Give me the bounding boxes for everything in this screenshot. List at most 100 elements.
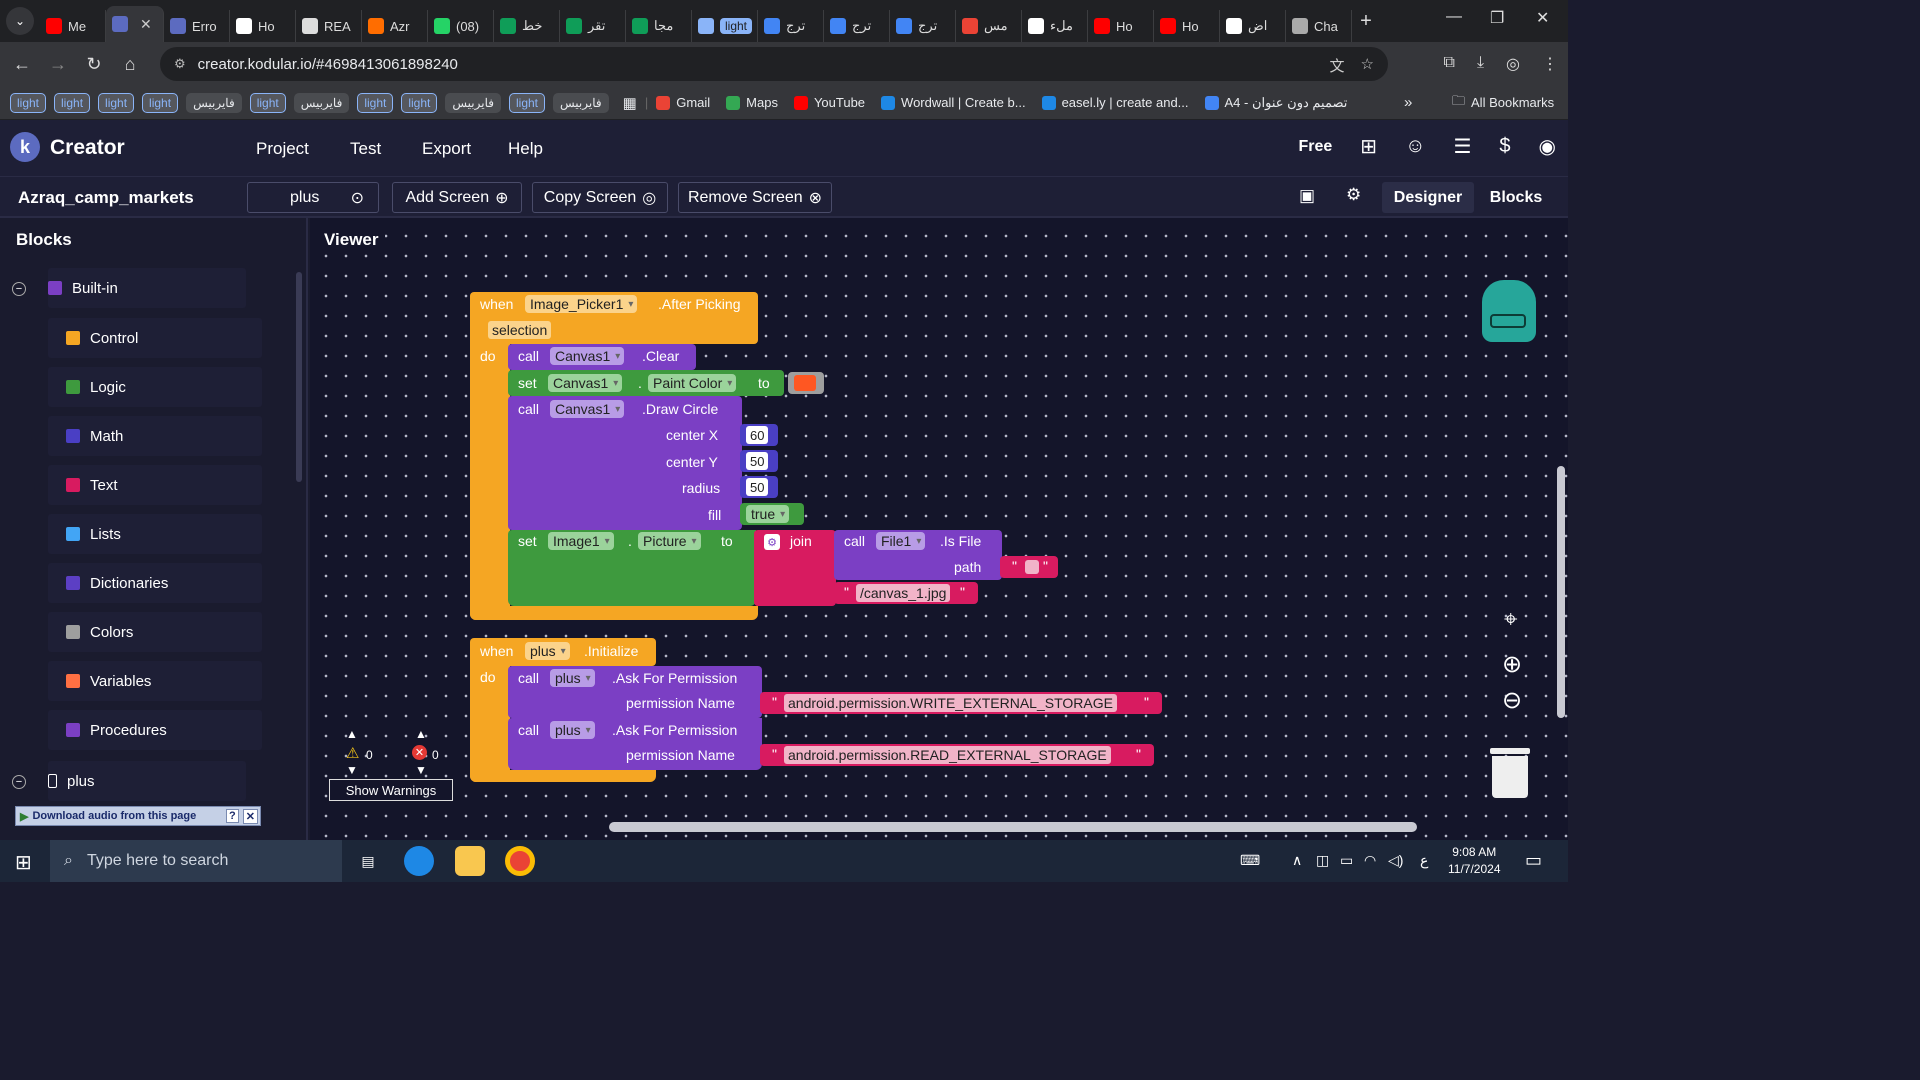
tray-chevron-icon[interactable]: ∧	[1292, 852, 1302, 869]
paint-color-dropdown[interactable]: Paint Color	[648, 374, 737, 392]
windows-start-icon[interactable]: ⊞	[15, 850, 32, 875]
file-dropdown[interactable]: File1	[876, 532, 926, 550]
bookmark-chip[interactable]: light	[142, 92, 179, 113]
category-variables[interactable]: Variables	[48, 661, 262, 701]
browser-tab[interactable]: ✕	[106, 6, 164, 42]
download-audio-bar[interactable]: ▶ Download audio from this page ? ✕	[15, 806, 261, 826]
gallery-icon[interactable]: ▣	[1299, 186, 1315, 206]
bookmark-item[interactable]: easel.ly | create and...	[1041, 95, 1189, 111]
screen-dropdown[interactable]: plus	[550, 669, 595, 687]
backpack-icon[interactable]	[1482, 280, 1536, 342]
zoom-in-icon[interactable]: ⊕	[1502, 650, 1522, 679]
file-explorer-icon[interactable]	[455, 846, 485, 876]
bookmark-item[interactable]: YouTube	[793, 95, 865, 111]
profile-icon[interactable]: ◎	[1506, 54, 1520, 74]
canvas-dropdown[interactable]: Canvas1	[550, 347, 625, 365]
language-indicator[interactable]: ع	[1420, 852, 1428, 869]
battery-icon[interactable]: ▭	[1340, 852, 1353, 869]
viewer-vertical-scrollbar[interactable]	[1557, 466, 1565, 718]
bookmark-item[interactable]: Wordwall | Create b...	[881, 95, 1026, 111]
set-image-picture[interactable]	[508, 530, 756, 606]
category-colors[interactable]: Colors	[48, 612, 262, 652]
category-lists[interactable]: Lists	[48, 514, 262, 554]
zoom-out-icon[interactable]: ⊖	[1502, 686, 1522, 715]
forward-icon[interactable]: →	[40, 54, 76, 75]
canvas-file-string[interactable]: /canvas_1.jpg	[856, 584, 951, 602]
wifi-icon[interactable]: ◠	[1364, 852, 1376, 869]
docs-icon[interactable]: ☰	[1453, 134, 1471, 159]
camera-icon[interactable]: ◫	[1316, 852, 1329, 869]
fill-value-dropdown[interactable]: true	[746, 505, 790, 523]
reload-icon[interactable]: ↻	[76, 54, 112, 75]
system-clock[interactable]: 9:08 AM 11/7/2024	[1448, 844, 1501, 878]
tab-search-button[interactable]: ⌄	[6, 7, 34, 35]
bookmark-item[interactable]: A4 - تصميم دون عنوان	[1204, 95, 1347, 111]
browser-tab[interactable]: (08)	[428, 10, 494, 42]
task-view-icon[interactable]: ▤	[353, 846, 383, 876]
minimize-icon[interactable]: —	[1446, 8, 1462, 26]
error-down-arrow-icon[interactable]: ▼	[415, 763, 427, 777]
plan-badge[interactable]: Free	[1299, 138, 1333, 156]
menu-help[interactable]: Help	[508, 139, 543, 159]
browser-tab[interactable]: Azr	[362, 10, 428, 42]
trash-can-icon[interactable]	[1490, 748, 1530, 798]
write-permission-string[interactable]: android.permission.WRITE_EXTERNAL_STORAG…	[784, 694, 1117, 712]
empty-string-field[interactable]	[1025, 560, 1039, 574]
more-menu-icon[interactable]: ⋮	[1542, 54, 1558, 74]
center-y-value[interactable]: 50	[746, 452, 769, 470]
restore-icon[interactable]: ❐	[1490, 8, 1504, 28]
browser-tab[interactable]: ترج	[824, 10, 890, 42]
mutator-gear-icon[interactable]: ⚙	[764, 534, 780, 550]
tab-close-icon[interactable]: ✕	[140, 16, 152, 33]
browser-tab[interactable]: ملء	[1022, 10, 1088, 42]
taskbar-search[interactable]: ⌕ Type here to search	[50, 840, 342, 882]
category-logic[interactable]: Logic	[48, 367, 262, 407]
blocks-toggle[interactable]: Blocks	[1480, 182, 1552, 213]
remove-screen-button[interactable]: Remove Screen ⊗	[678, 182, 832, 213]
blocks-viewer[interactable]: Viewer when Image_Picker1 .After Picking…	[310, 218, 1568, 840]
screen-dropdown[interactable]: plus	[550, 721, 595, 739]
browser-tab[interactable]: Erro	[164, 10, 230, 42]
keyboard-icon[interactable]: ⌨	[1240, 852, 1260, 869]
category-control[interactable]: Control	[48, 318, 262, 358]
browser-tab[interactable]: اض	[1220, 10, 1286, 42]
bookmark-chip[interactable]: فايربيس	[293, 92, 350, 113]
bookmark-item[interactable]: Gmail	[656, 95, 710, 111]
bookmark-chip[interactable]: light	[10, 92, 47, 113]
browser-tab[interactable]: Me	[40, 10, 106, 42]
category-math[interactable]: Math	[48, 416, 262, 456]
tree-builtin[interactable]: Built-in	[48, 268, 246, 308]
extensions-icon[interactable]: ⧉	[1444, 54, 1455, 74]
picture-dropdown[interactable]: Picture	[638, 532, 701, 550]
notifications-icon[interactable]: ▭	[1525, 850, 1542, 871]
browser-tab[interactable]: REA	[296, 10, 362, 42]
kodular-logo[interactable]: k	[10, 132, 40, 162]
copy-screen-button[interactable]: Copy Screen ◎	[532, 182, 668, 213]
close-window-icon[interactable]: ✕	[1536, 8, 1549, 28]
help-icon[interactable]: ?	[226, 809, 239, 823]
sidebar-scrollbar[interactable]	[296, 272, 302, 482]
paint-color-swatch[interactable]	[794, 375, 816, 391]
translate-icon[interactable]: 文	[1330, 55, 1345, 76]
back-icon[interactable]: ←	[4, 54, 40, 75]
show-warnings-button[interactable]: Show Warnings	[329, 779, 453, 801]
category-procedures[interactable]: Procedures	[48, 710, 262, 750]
new-tab-button[interactable]: +	[1352, 10, 1380, 33]
bookmark-chip[interactable]: light	[98, 92, 135, 113]
designer-toggle[interactable]: Designer	[1382, 182, 1474, 213]
volume-icon[interactable]: ◁)	[1388, 852, 1403, 869]
bookmark-chip[interactable]: light	[357, 92, 394, 113]
edge-icon[interactable]	[404, 846, 434, 876]
theme-icon[interactable]: ☺	[1405, 135, 1425, 158]
settings-gear-icon[interactable]: ⚙	[1346, 185, 1361, 205]
bookmark-chip[interactable]: light	[401, 92, 438, 113]
radius-value[interactable]: 50	[746, 478, 769, 496]
read-permission-string[interactable]: android.permission.READ_EXTERNAL_STORAGE	[784, 746, 1111, 764]
home-icon[interactable]: ⌂	[112, 54, 148, 75]
more-bookmarks-icon[interactable]: »	[1404, 94, 1412, 111]
browser-tab[interactable]: خط	[494, 10, 560, 42]
warning-up-arrow-icon[interactable]: ▲	[346, 727, 358, 741]
warning-down-arrow-icon[interactable]: ▼	[346, 763, 358, 777]
collapse-builtin-icon[interactable]: −	[12, 282, 26, 296]
screen-component-dropdown[interactable]: plus	[525, 642, 570, 660]
